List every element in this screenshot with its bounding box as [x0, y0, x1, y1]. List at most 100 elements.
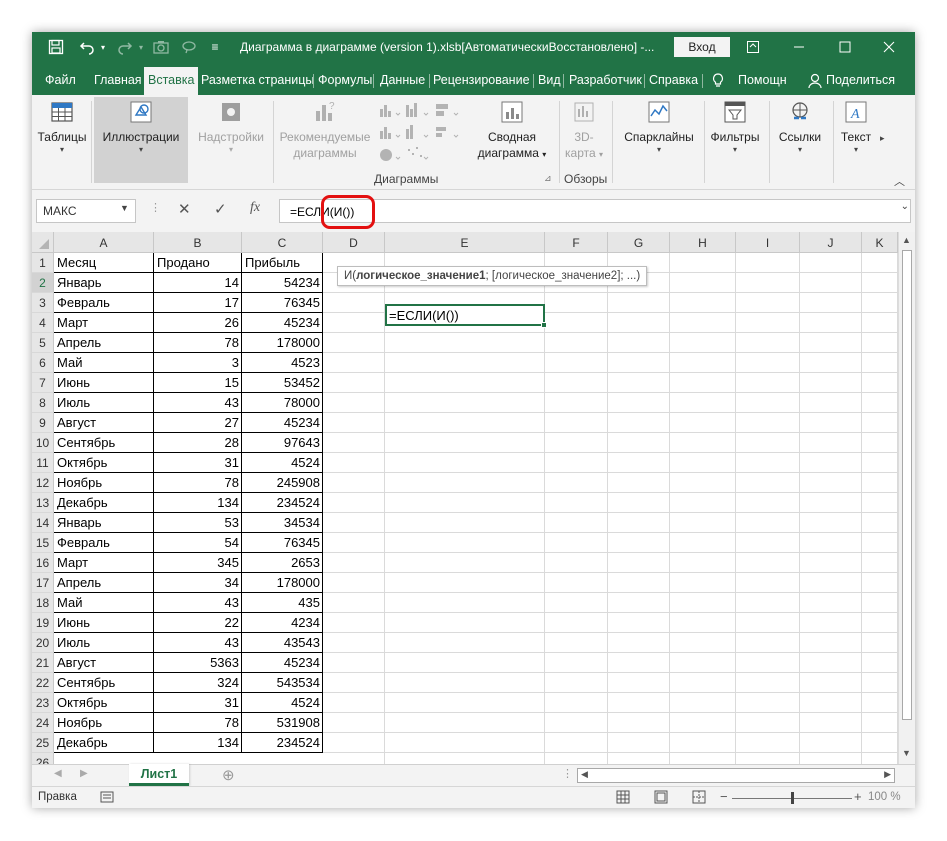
table-cell[interactable]: 45234: [242, 653, 323, 673]
row-header[interactable]: 13: [32, 493, 54, 513]
table-cell[interactable]: 76345: [242, 533, 323, 553]
tab-split-grip-icon[interactable]: ⋮: [562, 767, 573, 780]
scroll-up-icon[interactable]: ▲: [902, 235, 911, 245]
links-button[interactable]: Ссылки ▾: [772, 99, 828, 155]
table-cell[interactable]: 4234: [242, 613, 323, 633]
cancel-icon[interactable]: ✕: [178, 200, 191, 218]
zoom-level[interactable]: 100 %: [868, 791, 901, 803]
row-header[interactable]: 1: [32, 253, 54, 273]
column-header-h[interactable]: H: [670, 232, 736, 253]
ribbon-display-options-icon[interactable]: [738, 37, 768, 57]
page-layout-view-icon[interactable]: [654, 790, 668, 807]
row-header[interactable]: 18: [32, 593, 54, 613]
table-header-cell[interactable]: Продано: [154, 253, 242, 273]
share-icon[interactable]: [808, 70, 822, 95]
tab-review[interactable]: Рецензирование: [433, 70, 530, 95]
table-cell[interactable]: 97643: [242, 433, 323, 453]
table-cell[interactable]: 26: [154, 313, 242, 333]
zoom-in-icon[interactable]: +: [854, 789, 862, 804]
tab-help[interactable]: Справка: [649, 70, 698, 95]
table-cell[interactable]: 78000: [242, 393, 323, 413]
row-header[interactable]: 22: [32, 673, 54, 693]
table-cell[interactable]: 28: [154, 433, 242, 453]
table-cell[interactable]: 31: [154, 693, 242, 713]
column-header-k[interactable]: K: [862, 232, 898, 253]
table-cell[interactable]: Май: [54, 593, 154, 613]
table-cell[interactable]: 78: [154, 333, 242, 353]
insert-function-icon[interactable]: fx: [250, 200, 260, 216]
table-cell[interactable]: 31: [154, 453, 242, 473]
row-header[interactable]: 23: [32, 693, 54, 713]
table-cell[interactable]: 4524: [242, 453, 323, 473]
scroll-left-icon[interactable]: ◀: [581, 769, 588, 780]
tab-home[interactable]: Главная: [94, 70, 142, 95]
table-cell[interactable]: 14: [154, 273, 242, 293]
signin-button[interactable]: Вход: [674, 37, 730, 57]
table-cell[interactable]: Апрель: [54, 333, 154, 353]
share-button[interactable]: Поделиться: [826, 70, 895, 95]
row-header[interactable]: 19: [32, 613, 54, 633]
table-cell[interactable]: 531908: [242, 713, 323, 733]
table-cell[interactable]: 3: [154, 353, 242, 373]
row-header[interactable]: 25: [32, 733, 54, 753]
tab-page-layout[interactable]: Разметка страницы: [201, 70, 314, 95]
table-cell[interactable]: 53: [154, 513, 242, 533]
table-cell[interactable]: Ноябрь: [54, 713, 154, 733]
table-cell[interactable]: 54: [154, 533, 242, 553]
table-cell[interactable]: Июль: [54, 393, 154, 413]
text-button[interactable]: A Текст ▾: [836, 99, 876, 155]
ribbon-scroll-right-icon[interactable]: ▸: [880, 133, 885, 144]
add-sheet-icon[interactable]: ⊕: [222, 766, 235, 784]
row-header[interactable]: 10: [32, 433, 54, 453]
active-cell-editor[interactable]: =ЕСЛИ(И()): [385, 304, 545, 326]
scroll-right-icon[interactable]: ▶: [884, 769, 891, 780]
enter-icon[interactable]: ✓: [214, 200, 227, 218]
column-header-f[interactable]: F: [545, 232, 608, 253]
table-cell[interactable]: 43: [154, 393, 242, 413]
row-header[interactable]: 9: [32, 413, 54, 433]
table-cell[interactable]: 45234: [242, 313, 323, 333]
undo-dropdown-icon[interactable]: ▾: [98, 38, 108, 56]
recommended-charts-button[interactable]: ? Рекомендуемые диаграммы: [278, 99, 372, 161]
tab-developer[interactable]: Разработчик: [569, 70, 642, 95]
worksheet-grid[interactable]: ABCDEFGHIJK 1 2 3 4 5 6 7 8 9 10 11 12 13 14 15 16 17 18 1…: [32, 232, 898, 764]
table-cell[interactable]: 15: [154, 373, 242, 393]
column-header-b[interactable]: B: [154, 232, 242, 253]
table-cell[interactable]: 234524: [242, 733, 323, 753]
row-header[interactable]: 4: [32, 313, 54, 333]
table-cell[interactable]: Май: [54, 353, 154, 373]
column-header-d[interactable]: D: [323, 232, 385, 253]
table-cell[interactable]: 178000: [242, 333, 323, 353]
maximize-button[interactable]: [830, 37, 860, 57]
table-cell[interactable]: 22: [154, 613, 242, 633]
table-cell[interactable]: 5363: [154, 653, 242, 673]
table-cell[interactable]: 34: [154, 573, 242, 593]
row-header[interactable]: 26: [32, 753, 54, 764]
row-header[interactable]: 2: [32, 273, 54, 293]
table-cell[interactable]: 4524: [242, 693, 323, 713]
table-cell[interactable]: Январь: [54, 513, 154, 533]
table-cell[interactable]: Декабрь: [54, 733, 154, 753]
row-header[interactable]: 12: [32, 473, 54, 493]
addins-button[interactable]: Надстройки ▾: [194, 99, 268, 155]
table-cell[interactable]: Октябрь: [54, 693, 154, 713]
table-cell[interactable]: Февраль: [54, 533, 154, 553]
normal-view-icon[interactable]: [616, 790, 630, 807]
macro-record-icon[interactable]: [100, 790, 114, 807]
table-cell[interactable]: Сентябрь: [54, 673, 154, 693]
table-cell[interactable]: Ноябрь: [54, 473, 154, 493]
tell-me-icon[interactable]: [712, 70, 724, 95]
table-cell[interactable]: 543534: [242, 673, 323, 693]
vertical-scrollbar[interactable]: ▲ ▼: [898, 232, 915, 764]
table-cell[interactable]: Март: [54, 553, 154, 573]
tab-formulas[interactable]: Формулы: [318, 70, 372, 95]
table-cell[interactable]: 27: [154, 413, 242, 433]
column-header-e[interactable]: E: [385, 232, 545, 253]
table-cell[interactable]: Сентябрь: [54, 433, 154, 453]
tab-insert[interactable]: Вставка: [144, 67, 199, 95]
charts-dialog-launcher-icon[interactable]: ⊿: [544, 173, 552, 184]
table-cell[interactable]: Декабрь: [54, 493, 154, 513]
table-cell[interactable]: 134: [154, 733, 242, 753]
minimize-button[interactable]: [784, 37, 814, 57]
redo-dropdown-icon[interactable]: ▾: [136, 38, 146, 56]
